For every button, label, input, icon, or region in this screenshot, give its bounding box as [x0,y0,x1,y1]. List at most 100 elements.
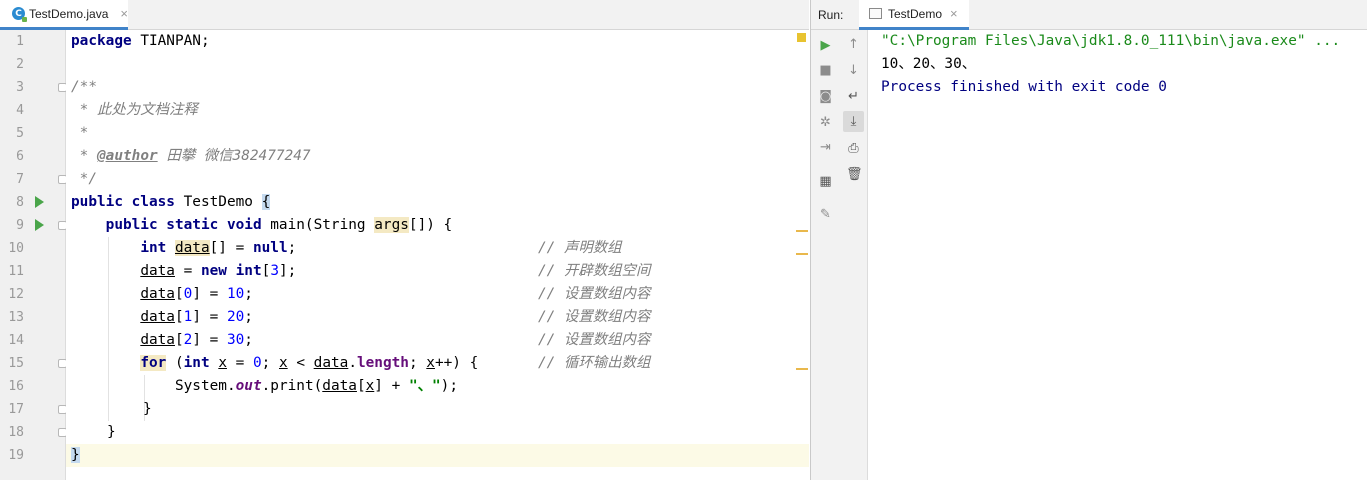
login-icon[interactable]: ⇥ [818,140,833,155]
run-tool-window: Run: TestDemo × ▶ ■ ◙ ✲ ⇥ ▦ ✎ ↑ ↓ ↵ ⤓ ⎙ … [810,0,1367,480]
code-token: data [140,309,175,325]
code-token: [] = [209,240,253,256]
code-token: public static void [105,217,262,233]
code-token: main(String [261,217,375,233]
line-number: 17 [8,402,24,417]
warning-stripe-mark[interactable] [796,368,808,370]
code-token: x [365,378,375,394]
code-line: package TIANPAN; [66,30,809,53]
line-number: 1 [16,34,24,49]
code-token: data [313,355,349,371]
code-line: } [66,421,809,444]
code-token: } [143,401,152,417]
code-token: 0 [183,286,193,302]
run-icon[interactable]: ▶ [818,38,833,53]
code-token: int [140,240,167,256]
console-exit-line: Process finished with exit code 0 [881,79,1167,95]
close-icon[interactable]: × [950,6,958,21]
up-arrow-icon[interactable]: ↑ [846,37,861,52]
editor-tab-bar: C TestDemo.java × [0,0,809,30]
console-icon [869,8,882,19]
code-token: [ [174,286,184,302]
code-token: int [235,263,262,279]
line-number: 10 [8,241,24,256]
stop-icon[interactable]: ■ [818,63,833,78]
tab-testdemo-java[interactable]: C TestDemo.java × [0,0,128,30]
line-number: 3 [16,80,24,95]
code-token: new [200,263,227,279]
code-token: ] + [374,378,409,394]
line-number: 13 [8,310,24,325]
pin-icon[interactable]: ✎ [818,207,833,222]
trash-icon[interactable]: 🗑 [846,167,863,182]
code-token: . [348,355,357,371]
inspection-status-icon[interactable] [797,33,806,42]
run-tab-testdemo[interactable]: TestDemo × [859,0,969,30]
code-token: 3 [270,263,279,279]
debug-icon[interactable]: ✲ [818,115,833,130]
code-line: int data[] = null; // 声明数组 [66,237,809,260]
warning-stripe-mark[interactable] [796,230,808,232]
line-number: 16 [8,379,24,394]
run-tab-label: TestDemo [888,6,943,21]
down-arrow-icon[interactable]: ↓ [846,63,861,78]
code-token: ; [261,355,279,371]
doc-comment: */ [71,171,97,187]
line-number: 8 [16,195,24,210]
code-token: [ [174,332,184,348]
line-comment: // 设置数组内容 [538,309,651,325]
code-token: ( [166,355,184,371]
line-number: 14 [8,333,24,348]
code-token: out [235,378,262,394]
warning-stripe-mark[interactable] [796,253,808,255]
code-token: 0 [252,355,262,371]
camera-icon[interactable]: ◙ [818,89,833,104]
matched-brace: } [71,447,80,463]
code-token: .print( [261,378,323,394]
print-icon[interactable]: ⎙ [846,141,861,156]
line-number: 7 [16,172,24,187]
code-line: * 此处为文档注释 [66,99,809,122]
code-token: package [71,33,132,49]
code-line: data = new int[3]; // 开辟数组空间 [66,260,809,283]
code-token: ++) { [434,355,479,371]
code-line: data[1] = 20; // 设置数组内容 [66,306,809,329]
code-token: 10 [226,286,245,302]
close-icon[interactable]: × [120,6,128,21]
line-comment: // 设置数组内容 [538,332,651,348]
code-token: 田攀 微信382477247 [157,148,311,164]
code-token: []) { [408,217,453,233]
code-token: [ [261,263,271,279]
code-token: x [278,355,288,371]
line-comment: // 声明数组 [538,240,622,256]
run-class-gutter-icon[interactable] [35,196,44,208]
current-code-line: } [66,444,809,467]
code-line: public class TestDemo { [66,191,809,214]
line-number-gutter[interactable]: 1 2 3 4 5 6 7 8 9 10 11 12 13 14 15 16 1… [0,30,67,480]
matched-brace: { [261,194,271,210]
soft-wrap-icon[interactable]: ↵ [846,89,861,104]
line-comment: // 循环输出数组 [538,355,651,371]
run-label: Run: [818,8,844,22]
doc-comment: /** [71,79,97,95]
code-token: ; [244,332,253,348]
code-token: TestDemo [174,194,262,210]
console-output[interactable]: "C:\Program Files\Java\jdk1.8.0_111\bin\… [881,30,1367,480]
code-token: ]; [278,263,297,279]
code-token: ; [408,355,427,371]
layout-icon[interactable]: ▦ [818,174,833,189]
code-line: for (int x = 0; x < data.length; x++) { … [66,352,809,375]
run-toolbar-right: ↑ ↓ ↵ ⤓ ⎙ 🗑 [839,30,868,480]
run-header: Run: TestDemo × [811,0,1367,30]
java-class-icon: C [12,7,27,22]
code-token: data [322,378,357,394]
run-main-gutter-icon[interactable] [35,219,44,231]
scroll-to-end-icon[interactable]: ⤓ [843,111,864,132]
code-token: < [287,355,314,371]
code-editor[interactable]: package TIANPAN; /** * 此处为文档注释 * * @auth… [66,30,809,480]
editor-pane: C TestDemo.java × 1 2 3 4 5 6 7 8 9 10 1… [0,0,809,480]
code-line: System.out.print(data[x] + "、"); [66,375,809,398]
code-token: data [174,240,210,256]
code-token: [ [174,309,184,325]
doc-comment: * [71,125,89,141]
